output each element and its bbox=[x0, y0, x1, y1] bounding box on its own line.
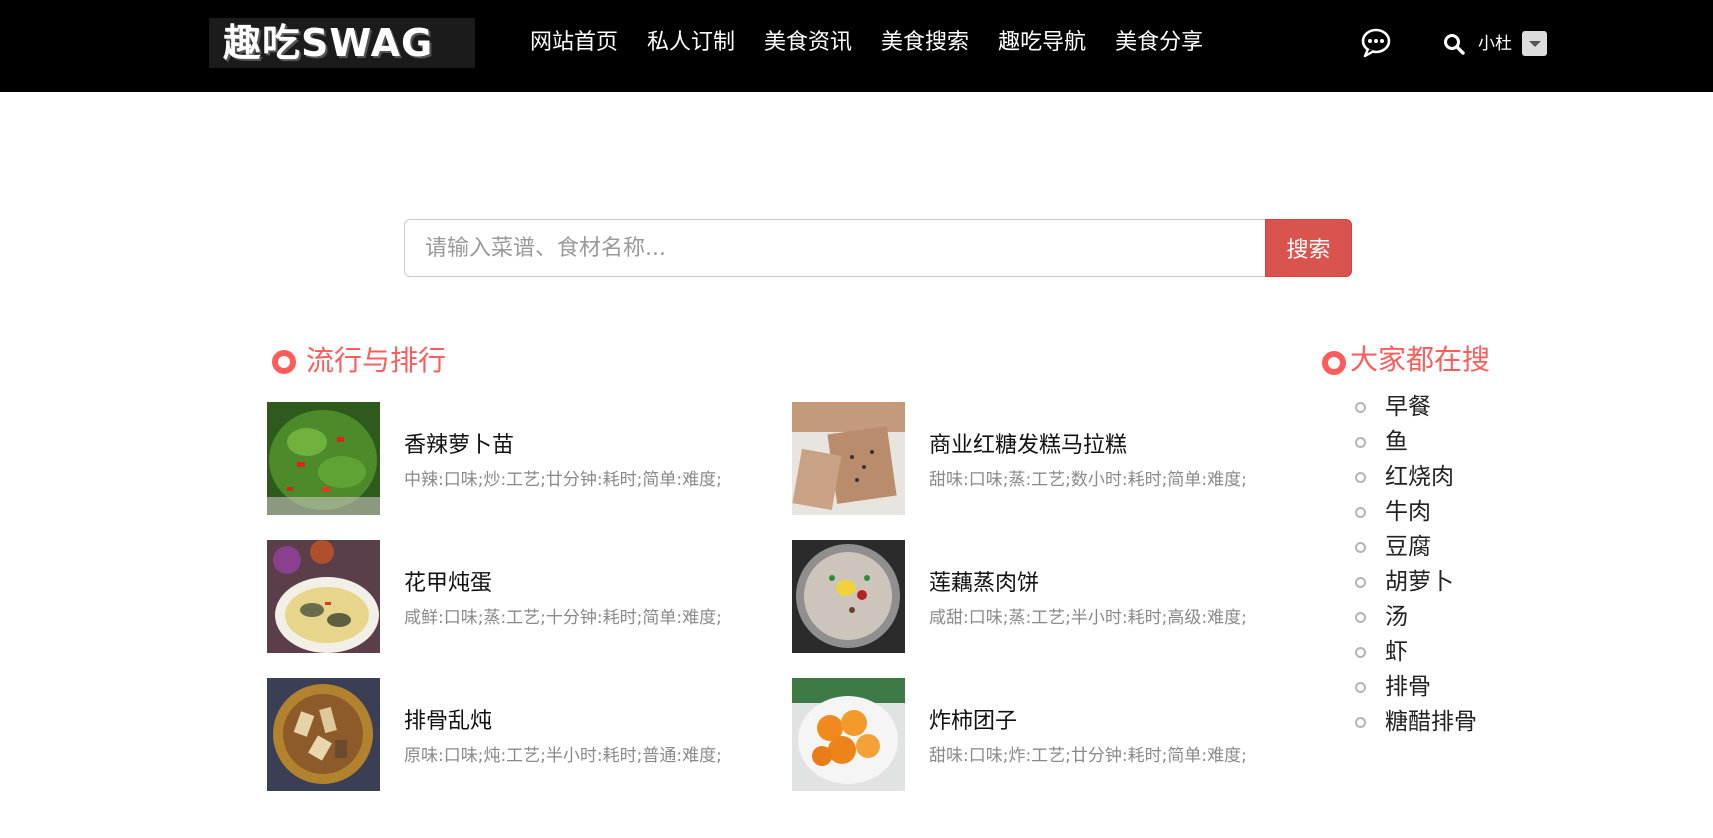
nav-food-search[interactable]: 美食搜索 bbox=[881, 26, 969, 60]
popular-search-item[interactable]: 牛肉 bbox=[1355, 495, 1477, 530]
recipe-card[interactable]: 炸柿团子 甜味:口味;炸:工艺;廿分钟:耗时;简单:难度; bbox=[792, 678, 1292, 791]
popular-search-item[interactable]: 胡萝卜 bbox=[1355, 565, 1477, 600]
recipe-thumbnail bbox=[267, 678, 380, 791]
popular-search-list: 早餐 鱼 红烧肉 牛肉 豆腐 胡萝卜 汤 虾 排骨 糖醋排骨 bbox=[1355, 390, 1477, 740]
section-ring-icon bbox=[272, 350, 296, 374]
recipe-thumbnail bbox=[792, 402, 905, 515]
nav-food-news[interactable]: 美食资讯 bbox=[764, 26, 852, 60]
recipe-meta: 甜味:口味;炸:工艺;廿分钟:耗时;简单:难度; bbox=[929, 746, 1247, 766]
recipe-thumbnail bbox=[267, 402, 380, 515]
search-icon[interactable] bbox=[1443, 33, 1465, 55]
recipe-meta: 咸鲜:口味;蒸:工艺;十分钟:耗时;简单:难度; bbox=[404, 608, 722, 628]
popular-search-item[interactable]: 早餐 bbox=[1355, 390, 1477, 425]
site-logo[interactable]: 趣吃SWAG bbox=[209, 18, 475, 68]
nav-custom-order[interactable]: 私人订制 bbox=[647, 26, 735, 60]
recipe-meta: 原味:口味;炖:工艺;半小时:耗时;普通:难度; bbox=[404, 746, 722, 766]
recipe-meta: 咸甜:口味;蒸:工艺;半小时:耗时;高级:难度; bbox=[929, 608, 1247, 628]
recipe-card[interactable]: 莲藕蒸肉饼 咸甜:口味;蒸:工艺;半小时:耗时;高级:难度; bbox=[792, 540, 1292, 653]
dropdown-caret-icon[interactable] bbox=[1522, 31, 1547, 56]
popular-search-item[interactable]: 豆腐 bbox=[1355, 530, 1477, 565]
recipe-card[interactable]: 商业红糖发糕马拉糕 甜味:口味;蒸:工艺;数小时:耗时;简单:难度; bbox=[792, 402, 1292, 515]
recipe-meta: 甜味:口味;蒸:工艺;数小时:耗时;简单:难度; bbox=[929, 470, 1247, 490]
recipe-thumbnail bbox=[792, 678, 905, 791]
popular-search-item[interactable]: 虾 bbox=[1355, 635, 1477, 670]
recipe-search-input[interactable] bbox=[404, 219, 1266, 277]
popular-search-item[interactable]: 红烧肉 bbox=[1355, 460, 1477, 495]
recipe-thumbnail bbox=[792, 540, 905, 653]
recipe-card[interactable]: 排骨乱炖 原味:口味;炖:工艺;半小时:耗时;普通:难度; bbox=[267, 678, 767, 791]
username[interactable]: 小杜 bbox=[1478, 30, 1512, 58]
recipe-name[interactable]: 花甲炖蛋 bbox=[404, 568, 492, 600]
ranking-title: 流行与排行 bbox=[306, 344, 447, 377]
chat-bubble-icon[interactable] bbox=[1360, 28, 1392, 58]
recipe-card[interactable]: 花甲炖蛋 咸鲜:口味;蒸:工艺;十分钟:耗时;简单:难度; bbox=[267, 540, 767, 653]
section-ring-icon bbox=[1322, 351, 1346, 375]
popular-search-item[interactable]: 鱼 bbox=[1355, 425, 1477, 460]
nav-food-share[interactable]: 美食分享 bbox=[1115, 26, 1203, 60]
recipe-name[interactable]: 排骨乱炖 bbox=[404, 706, 492, 738]
recipe-card[interactable]: 香辣萝卜苗 中辣:口味;炒:工艺;廿分钟:耗时;简单:难度; bbox=[267, 402, 767, 515]
recipe-thumbnail bbox=[267, 540, 380, 653]
nav-home[interactable]: 网站首页 bbox=[530, 26, 618, 60]
recipe-name[interactable]: 莲藕蒸肉饼 bbox=[929, 568, 1039, 600]
popular-search-item[interactable]: 糖醋排骨 bbox=[1355, 705, 1477, 740]
recipe-name[interactable]: 商业红糖发糕马拉糕 bbox=[929, 430, 1127, 462]
nav-navigation[interactable]: 趣吃导航 bbox=[998, 26, 1086, 60]
popular-search-item[interactable]: 排骨 bbox=[1355, 670, 1477, 705]
popular-title: 大家都在搜 bbox=[1350, 343, 1491, 376]
recipe-name[interactable]: 炸柿团子 bbox=[929, 706, 1017, 738]
search-button[interactable]: 搜索 bbox=[1265, 219, 1352, 277]
main-nav: 网站首页 私人订制 美食资讯 美食搜索 趣吃导航 美食分享 bbox=[530, 26, 1232, 60]
recipe-name[interactable]: 香辣萝卜苗 bbox=[404, 430, 514, 462]
top-navbar: 趣吃SWAG 网站首页 私人订制 美食资讯 美食搜索 趣吃导航 美食分享 小杜 bbox=[0, 0, 1713, 92]
popular-search-item[interactable]: 汤 bbox=[1355, 600, 1477, 635]
recipe-meta: 中辣:口味;炒:工艺;廿分钟:耗时;简单:难度; bbox=[404, 470, 722, 490]
